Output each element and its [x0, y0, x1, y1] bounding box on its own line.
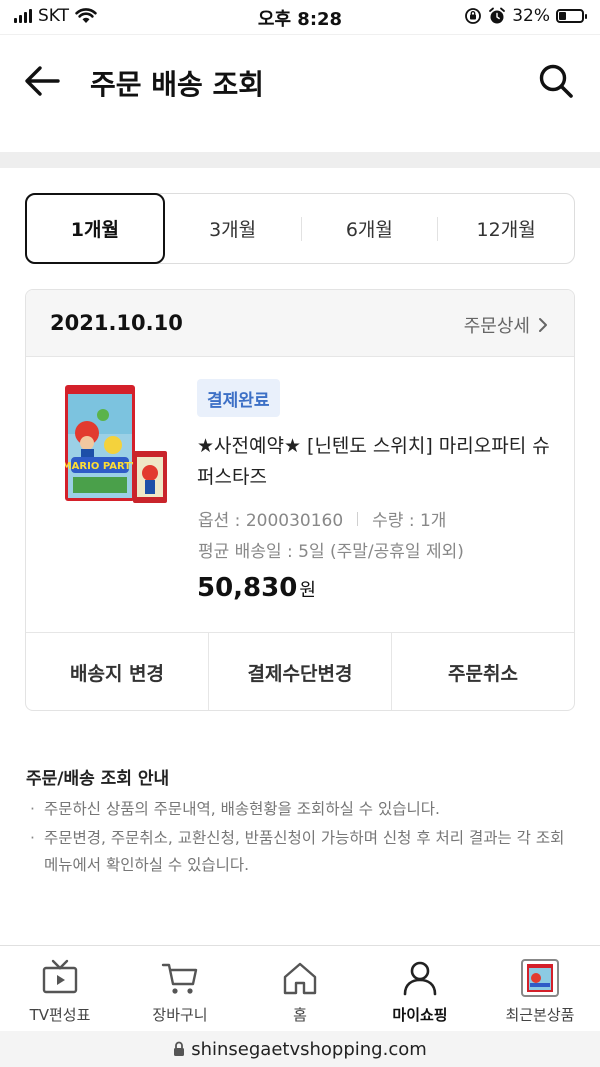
status-bar: SKT 오후 8:28 32%	[0, 0, 600, 34]
payment-status-badge: 결제완료	[197, 379, 280, 417]
cancel-order-button[interactable]: 주문취소	[392, 633, 574, 710]
nav-label: TV편성표	[29, 1006, 91, 1024]
battery-percent: 32%	[512, 6, 550, 26]
url-text: shinsegaetvshopping.com	[191, 1038, 427, 1060]
person-icon	[403, 961, 437, 996]
tab-6-months[interactable]: 6개월	[302, 194, 438, 263]
battery-icon	[556, 9, 587, 23]
change-payment-button[interactable]: 결제수단변경	[209, 633, 392, 710]
guide-list: 주문하신 상품의 주문내역, 배송현황을 조회하실 수 있습니다. 주문변경, …	[26, 796, 576, 881]
recent-product-thumbnail	[521, 959, 559, 997]
change-address-button[interactable]: 배송지 변경	[26, 633, 209, 710]
search-icon[interactable]	[536, 61, 576, 101]
svg-text:MARIO PARTY: MARIO PARTY	[65, 461, 139, 472]
back-arrow-icon[interactable]	[22, 63, 62, 99]
period-tabs: 1개월 3개월 6개월 12개월	[25, 193, 575, 264]
nav-cart[interactable]: 장바구니	[120, 946, 240, 1031]
product-thumbnail[interactable]: MARIO PARTY	[65, 385, 171, 505]
price: 50,830 원	[197, 573, 316, 603]
tab-12-months[interactable]: 12개월	[438, 194, 574, 263]
section-divider	[0, 152, 600, 168]
order-actions: 배송지 변경 결제수단변경 주문취소	[26, 633, 574, 710]
home-icon	[283, 962, 317, 995]
delivery-estimate: 평균 배송일 : 5일 (주말/공휴일 제외)	[198, 542, 464, 562]
chevron-right-icon	[539, 318, 547, 332]
tab-3-months[interactable]: 3개월	[165, 194, 301, 263]
nav-tv-schedule[interactable]: TV편성표	[0, 946, 120, 1031]
bottom-navigation: TV편성표 장바구니 홈 마이쇼핑 최근본상품	[0, 945, 600, 1031]
guide-title: 주문/배송 조회 안내	[26, 769, 170, 789]
alarm-icon	[489, 7, 506, 24]
nav-label: 홈	[293, 1006, 307, 1024]
cart-icon	[161, 963, 198, 994]
nav-label: 마이쇼핑	[392, 1006, 448, 1024]
option-value: 옵션 : 200030160	[198, 511, 344, 531]
product-name[interactable]: ★사전예약★ [닌텐도 스위치] 마리오파티 슈퍼스타즈	[197, 431, 557, 493]
guide-item: 주문변경, 주문취소, 교환신청, 반품신청이 가능하며 신청 후 처리 결과는…	[26, 825, 576, 879]
orientation-lock-icon	[465, 8, 482, 24]
nav-label: 장바구니	[152, 1006, 208, 1024]
tv-icon	[42, 959, 78, 994]
browser-url-bar[interactable]: shinsegaetvshopping.com	[0, 1031, 600, 1067]
price-value: 50,830	[197, 573, 298, 603]
nav-my-shopping[interactable]: 마이쇼핑	[360, 946, 480, 1031]
price-unit: 원	[299, 580, 316, 601]
tab-1-month[interactable]: 1개월	[25, 193, 165, 264]
order-detail-label: 주문상세	[463, 316, 530, 337]
page-header: 주문 배송 조회	[0, 34, 600, 129]
meta-divider	[357, 511, 359, 526]
guide-item: 주문하신 상품의 주문내역, 배송현황을 조회하실 수 있습니다.	[26, 796, 576, 823]
nav-recent-products[interactable]: 최근본상품	[480, 946, 600, 1031]
order-card-header: 2021.10.10 주문상세	[26, 290, 574, 357]
page-title: 주문 배송 조회	[90, 68, 265, 101]
option-quantity-line: 옵션 : 200030160 수량 : 1개	[198, 506, 446, 531]
nav-label: 최근본상품	[505, 1006, 575, 1024]
quantity-value: 수량 : 1개	[372, 511, 447, 531]
status-right: 32%	[464, 6, 587, 26]
nav-home[interactable]: 홈	[240, 946, 360, 1031]
lock-icon	[174, 1041, 185, 1056]
order-detail-link[interactable]: 주문상세	[464, 312, 548, 338]
order-date: 2021.10.10	[50, 311, 183, 335]
